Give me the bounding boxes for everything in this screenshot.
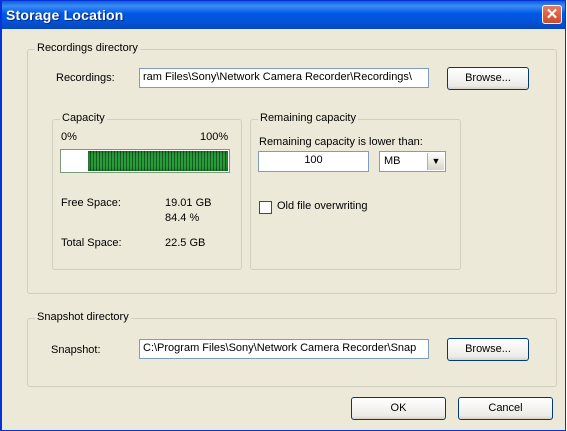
- remaining-capacity-legend: Remaining capacity: [258, 112, 358, 124]
- unit-select[interactable]: MB ▼: [379, 151, 446, 172]
- capacity-progress-bar: [60, 149, 230, 173]
- old-file-overwriting-checkbox[interactable]: [259, 201, 272, 214]
- capacity-legend: Capacity: [60, 112, 107, 124]
- remaining-threshold-label: Remaining capacity is lower than:: [259, 136, 423, 148]
- storage-location-dialog: Storage Location ✕ Recordings directory …: [0, 0, 566, 431]
- total-space-label: Total Space:: [61, 237, 122, 249]
- capacity-min-label: 0%: [61, 131, 77, 143]
- close-icon: ✕: [545, 6, 559, 23]
- snapshot-browse-button[interactable]: Browse...: [447, 338, 529, 361]
- chevron-down-icon[interactable]: ▼: [427, 153, 444, 170]
- free-space-label: Free Space:: [61, 197, 121, 209]
- free-space-percent: 84.4 %: [165, 212, 200, 224]
- recordings-path-input[interactable]: ram Files\Sony\Network Camera Recorder\R…: [139, 68, 429, 88]
- recordings-directory-legend: Recordings directory: [35, 42, 140, 54]
- ok-button[interactable]: OK: [351, 397, 446, 420]
- unit-select-value: MB: [384, 155, 401, 167]
- remaining-threshold-input[interactable]: 100: [258, 151, 369, 172]
- cancel-button[interactable]: Cancel: [458, 397, 553, 420]
- old-file-overwriting-label[interactable]: Old file overwriting: [277, 200, 367, 212]
- window-title: Storage Location: [6, 7, 124, 23]
- title-bar[interactable]: Storage Location ✕: [2, 1, 565, 29]
- capacity-progress-fill: [88, 151, 228, 171]
- free-space-value: 19.01 GB: [165, 197, 212, 209]
- recordings-browse-button[interactable]: Browse...: [447, 67, 529, 90]
- snapshot-directory-legend: Snapshot directory: [35, 311, 131, 323]
- close-button[interactable]: ✕: [542, 5, 562, 24]
- snapshot-path-input[interactable]: C:\Program Files\Sony\Network Camera Rec…: [139, 339, 429, 359]
- snapshot-label: Snapshot:: [51, 344, 101, 356]
- capacity-max-label: 100%: [200, 131, 229, 143]
- recordings-label: Recordings:: [56, 72, 115, 84]
- total-space-value: 22.5 GB: [165, 237, 206, 249]
